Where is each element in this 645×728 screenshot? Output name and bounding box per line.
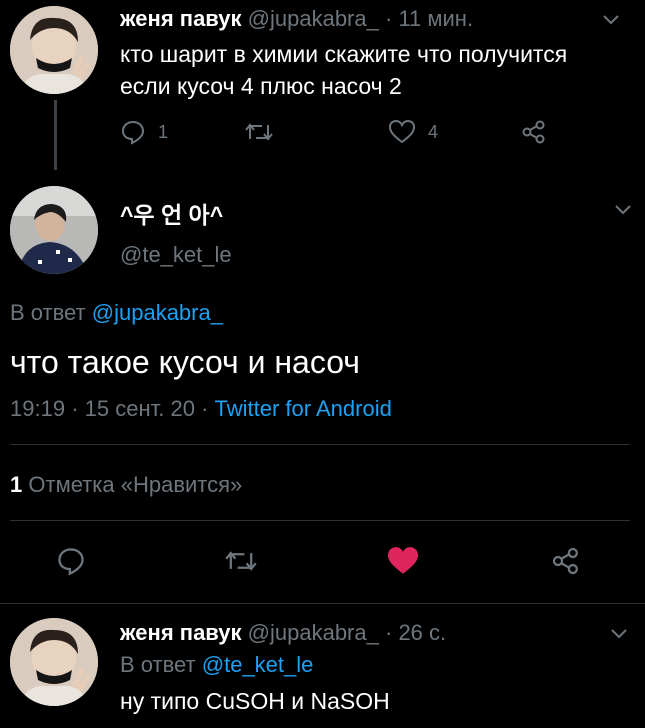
share-icon — [550, 546, 582, 576]
likes-label: Отметка «Нравится» — [28, 472, 243, 497]
share-icon — [520, 119, 548, 145]
reply-to-link[interactable]: @te_ket_le — [202, 652, 314, 677]
display-name[interactable]: женя павук — [120, 6, 242, 31]
tweet-time: 19:19 — [10, 396, 66, 421]
likes-count: 1 — [10, 472, 23, 497]
tweet-parent[interactable]: женя павук @jupakabra_ · 11 мин. кто шар… — [0, 0, 645, 170]
retweet-button[interactable] — [224, 546, 258, 576]
chevron-down-icon[interactable] — [612, 198, 634, 220]
reply-icon — [120, 119, 146, 145]
reply-prefix: В ответ — [10, 300, 86, 325]
separator: · — [384, 6, 393, 31]
share-button[interactable] — [520, 119, 548, 145]
tweet-text: кто шарит в химии скажите что получится … — [120, 38, 625, 102]
chevron-down-icon[interactable] — [600, 8, 622, 30]
chevron-down-icon[interactable] — [608, 622, 630, 644]
like-button[interactable] — [386, 546, 420, 576]
share-button[interactable] — [550, 546, 582, 576]
reply-icon — [56, 546, 86, 576]
tweet-header: женя павук @jupakabra_ · 11 мин. — [120, 6, 473, 32]
avatar[interactable] — [10, 618, 98, 706]
reply-prefix: В ответ — [120, 652, 196, 677]
divider — [10, 444, 630, 445]
like-count: 4 — [428, 121, 439, 142]
timestamp[interactable]: 11 мин. — [398, 6, 473, 31]
reply-button[interactable]: 1 — [120, 119, 168, 145]
reply-to-link[interactable]: @jupakabra_ — [92, 300, 223, 325]
like-icon — [386, 546, 420, 576]
tweet-text: что такое кусоч и насоч — [10, 344, 360, 380]
display-name[interactable]: женя павук — [120, 620, 242, 645]
tweet-date: 15 сент. 20 — [84, 396, 195, 421]
retweet-icon — [244, 119, 274, 145]
display-name[interactable]: ^우 언 아^ — [120, 196, 223, 230]
divider — [10, 520, 630, 521]
like-button[interactable]: 4 — [388, 119, 438, 145]
tweet-text-line: кто шарит в химии скажите что получится — [120, 41, 568, 67]
handle[interactable]: @jupakabra_ — [248, 6, 379, 31]
reply-button[interactable] — [56, 546, 86, 576]
action-bar: 1 4 — [0, 115, 645, 149]
reply-count: 1 — [158, 121, 169, 142]
avatar[interactable] — [10, 6, 98, 94]
tweet-meta: 19:19 · 15 сент. 20 · Twitter for Androi… — [10, 396, 392, 422]
like-icon — [388, 119, 416, 145]
client-link[interactable]: Twitter for Android — [215, 396, 392, 421]
reply-context: В ответ @te_ket_le — [120, 652, 313, 678]
handle[interactable]: @jupakabra_ — [248, 620, 379, 645]
action-bar — [0, 544, 645, 578]
reply-context: В ответ @jupakabra_ — [10, 300, 223, 326]
divider — [0, 603, 645, 604]
avatar[interactable] — [10, 186, 98, 274]
separator: · — [384, 620, 393, 645]
timestamp[interactable]: 26 с. — [398, 620, 446, 645]
tweet-header: женя павук @jupakabra_ · 26 с. — [120, 620, 446, 646]
handle[interactable]: @te_ket_le — [120, 242, 232, 268]
likes-summary[interactable]: 1 Отметка «Нравится» — [10, 472, 242, 498]
tweet-text-line: если кусоч 4 плюс насоч 2 — [120, 73, 402, 99]
retweet-button[interactable] — [244, 119, 274, 145]
separator: · — [201, 396, 209, 421]
tweet-text: ну типо CuSOH и NaSOH — [120, 688, 390, 714]
retweet-icon — [224, 546, 258, 576]
separator: · — [71, 396, 79, 421]
